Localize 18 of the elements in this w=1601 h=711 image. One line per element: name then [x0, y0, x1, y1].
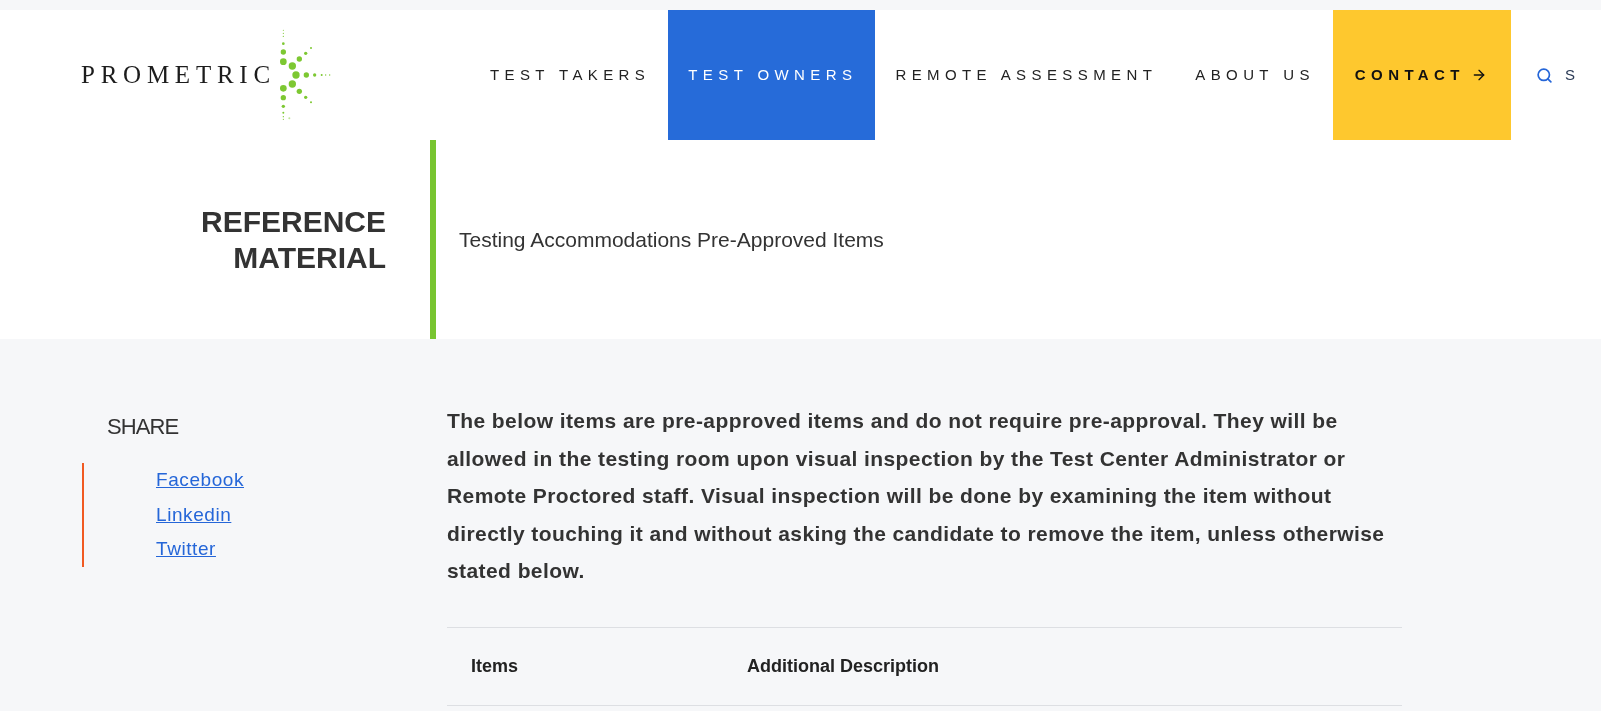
nav-link[interactable]: TEST OWNERS	[668, 10, 876, 140]
dot-starburst-icon	[278, 29, 331, 121]
nav-link[interactable]: ABOUT US	[1175, 10, 1333, 140]
nav-link[interactable]: REMOTE ASSESSMENT	[875, 10, 1176, 140]
intro-paragraph: The below items are pre-approved items and do not require pre-approval. They will be allowed in the testing room upon visual inspection by the Test Center Administrator or Remote Proctored staff. Visual inspection will be done by examining the item without directly touching it and without asking the candidate to remove the item, unless otherwise stated below.	[447, 408, 1386, 584]
contact-button[interactable]: CONTACT	[1332, 10, 1511, 140]
page-title: Testing Accommodations Pre-Approved Items	[459, 226, 884, 253]
nav-link[interactable]: TEST TAKERS	[470, 10, 669, 140]
share-link[interactable]: Linkedin	[156, 497, 232, 532]
share-link[interactable]: Facebook	[156, 463, 244, 498]
search-button[interactable]: S	[1535, 10, 1581, 140]
column-header: Items	[471, 655, 519, 676]
section-title: REFERENCE MATERIAL	[199, 203, 386, 276]
share-heading: SHARE	[107, 415, 179, 439]
logo-link[interactable]: PROMETRIC	[81, 29, 331, 121]
share-link[interactable]: Twitter	[156, 532, 216, 567]
search-icon	[1535, 66, 1553, 84]
column-header: Additional Description	[747, 655, 939, 676]
